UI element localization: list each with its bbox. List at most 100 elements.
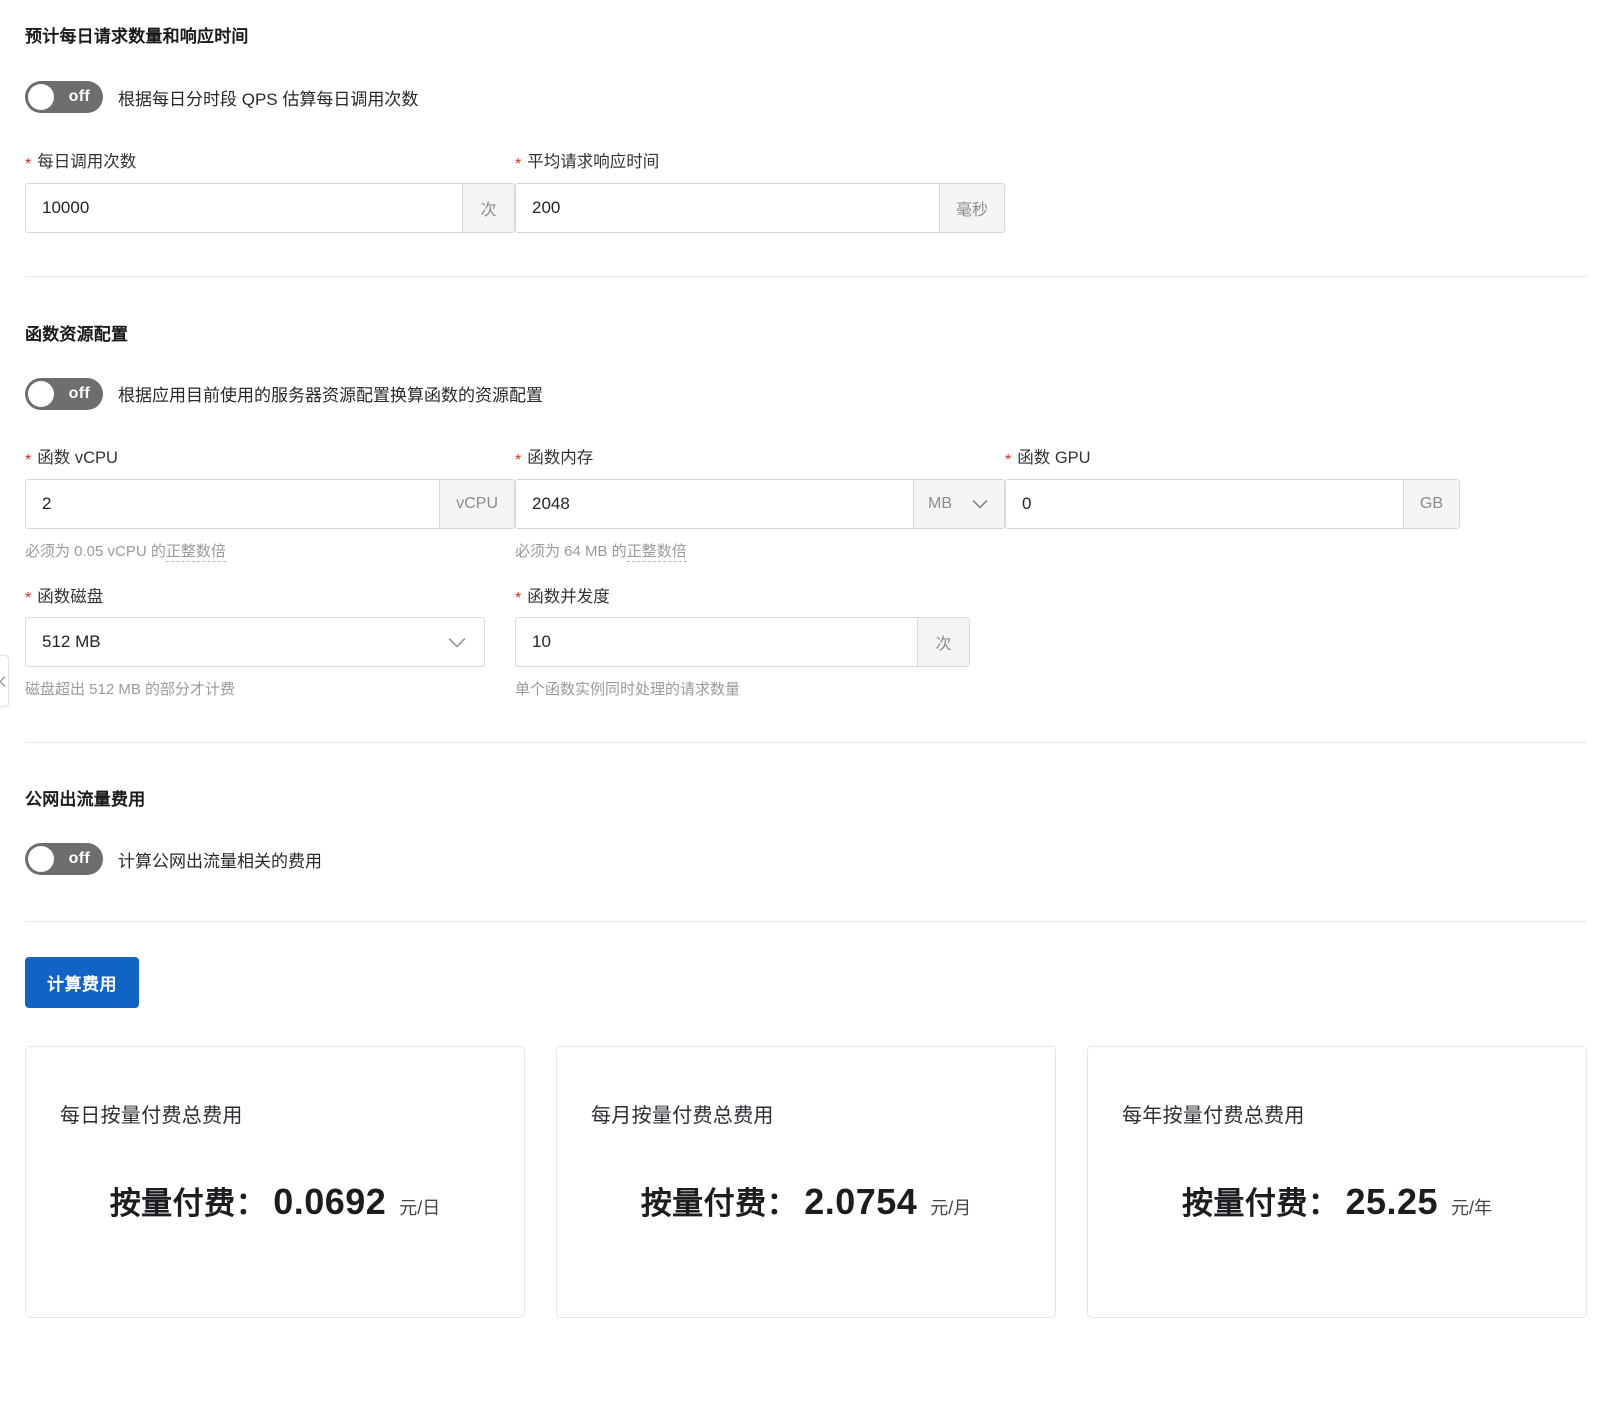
resources-form-row-2: * 函数磁盘 512 MB 磁盘超出 512 MB 的部分才计费 * 函数并发度 — [25, 588, 1587, 700]
traffic-cost-toggle[interactable]: off — [25, 843, 103, 876]
hint-function-memory: 必须为 64 MB 的正整数倍 — [515, 540, 1005, 562]
chevron-down-icon — [448, 637, 466, 648]
traffic-toggle-row: off 计算公网出流量相关的费用 — [25, 843, 1587, 876]
section-function-resources: 函数资源配置 off 根据应用目前使用的服务器资源配置换算函数的资源配置 * 函… — [0, 277, 1612, 700]
field-function-gpu: * 函数 GPU GB — [1005, 449, 1495, 529]
qps-estimate-toggle-row: off 根据每日分时段 QPS 估算每日调用次数 — [25, 81, 1587, 113]
required-asterisk-icon: * — [25, 451, 32, 469]
requests-form-row: * 每日调用次数 次 * 平均请求响应时间 毫秒 — [25, 153, 1587, 233]
result-card-daily-title: 每日按量付费总费用 — [60, 1105, 243, 1128]
label-daily-calls-text: 每日调用次数 — [37, 153, 137, 171]
function-disk-select[interactable]: 512 MB — [25, 617, 485, 668]
label-function-vcpu: * 函数 vCPU — [25, 449, 515, 469]
required-asterisk-icon: * — [515, 155, 522, 173]
label-avg-response-time: * 平均请求响应时间 — [515, 153, 1005, 173]
label-avg-response-time-text: 平均请求响应时间 — [527, 153, 660, 171]
calculate-cost-button[interactable]: 计算费用 — [25, 957, 139, 1009]
page-root: 预计每日请求数量和响应时间 off 根据每日分时段 QPS 估算每日调用次数 *… — [0, 0, 1612, 1319]
label-function-disk: * 函数磁盘 — [25, 588, 515, 608]
toggle-state-label: off — [68, 850, 90, 868]
result-daily-unit: 元/日 — [399, 1198, 441, 1219]
daily-calls-input-wrap: 次 — [25, 182, 515, 233]
result-monthly-unit: 元/月 — [930, 1198, 972, 1219]
required-asterisk-icon: * — [25, 590, 32, 608]
section-title-daily-requests: 预计每日请求数量和响应时间 — [25, 27, 249, 46]
panel-collapse-handle[interactable] — [0, 655, 9, 707]
daily-calls-input[interactable] — [26, 183, 462, 232]
label-function-gpu-text: 函数 GPU — [1017, 448, 1091, 467]
required-asterisk-icon: * — [515, 451, 522, 469]
function-concurrency-unit: 次 — [917, 618, 969, 667]
resources-form-row-1: * 函数 vCPU vCPU 必须为 0.05 vCPU 的正整数倍 * 函数内… — [25, 449, 1587, 562]
required-asterisk-icon: * — [1005, 451, 1012, 469]
section-daily-requests: 预计每日请求数量和响应时间 off 根据每日分时段 QPS 估算每日调用次数 *… — [0, 0, 1612, 233]
hint-function-concurrency: 单个函数实例同时处理的请求数量 — [515, 681, 741, 699]
result-card-monthly: 每月按量付费总费用 按量付费： 2.0754 元/月 — [556, 1046, 1056, 1319]
label-function-gpu: * 函数 GPU — [1005, 449, 1495, 469]
function-concurrency-input-wrap: 次 — [515, 617, 970, 668]
label-function-memory-text: 函数内存 — [527, 448, 594, 467]
result-cards: 每日按量付费总费用 按量付费： 0.0692 元/日 每月按量付费总费用 按量付… — [0, 1046, 1612, 1319]
section-public-traffic: 公网出流量费用 off 计算公网出流量相关的费用 — [0, 743, 1612, 876]
label-daily-calls: * 每日调用次数 — [25, 153, 515, 173]
result-daily-label: 按量付费： — [109, 1186, 268, 1222]
result-card-daily: 每日按量付费总费用 按量付费： 0.0692 元/日 — [25, 1046, 525, 1319]
result-yearly-amount: 25.25 — [1345, 1181, 1439, 1223]
label-function-concurrency-text: 函数并发度 — [527, 587, 610, 606]
function-gpu-input[interactable] — [1006, 479, 1403, 528]
result-daily-amount: 0.0692 — [273, 1181, 387, 1223]
function-disk-value: 512 MB — [42, 632, 101, 652]
qps-estimate-toggle[interactable]: off — [25, 81, 103, 113]
result-monthly-label: 按量付费： — [640, 1186, 799, 1222]
required-asterisk-icon: * — [25, 155, 32, 173]
function-memory-unit-select[interactable]: MB — [913, 479, 1004, 528]
result-card-yearly-value: 按量付费： 25.25 元/年 — [1122, 1178, 1552, 1223]
label-function-vcpu-text: 函数 vCPU — [37, 448, 118, 467]
result-monthly-amount: 2.0754 — [804, 1181, 918, 1223]
chevron-down-icon — [972, 499, 988, 509]
hint-function-vcpu-prefix: 必须为 0.05 vCPU 的 — [25, 542, 166, 560]
function-memory-input-wrap: MB — [515, 478, 1005, 529]
qps-estimate-toggle-label: 根据每日分时段 QPS 估算每日调用次数 — [118, 89, 419, 109]
label-function-disk-text: 函数磁盘 — [37, 587, 104, 606]
label-function-memory: * 函数内存 — [515, 449, 1005, 469]
server-convert-toggle[interactable]: off — [25, 377, 103, 410]
function-memory-input[interactable] — [516, 479, 913, 528]
toggle-state-label: off — [68, 384, 90, 402]
section-title-public-traffic: 公网出流量费用 — [25, 790, 146, 810]
result-yearly-label: 按量付费： — [1181, 1186, 1340, 1222]
toggle-knob — [28, 380, 54, 407]
required-asterisk-icon: * — [515, 590, 522, 608]
result-card-daily-value: 按量付费： 0.0692 元/日 — [60, 1178, 490, 1223]
toggle-state-label: off — [68, 88, 90, 105]
function-vcpu-input-wrap: vCPU — [25, 478, 515, 529]
function-vcpu-input[interactable] — [26, 479, 440, 528]
server-convert-toggle-label: 根据应用目前使用的服务器资源配置换算函数的资源配置 — [118, 386, 543, 406]
section-title-function-resources: 函数资源配置 — [25, 324, 129, 344]
field-function-concurrency: * 函数并发度 次 单个函数实例同时处理的请求数量 — [515, 588, 1005, 700]
avg-response-time-input[interactable] — [516, 183, 939, 232]
daily-calls-unit: 次 — [462, 183, 514, 232]
result-card-yearly: 每年按量付费总费用 按量付费： 25.25 元/年 — [1087, 1046, 1587, 1319]
field-function-memory: * 函数内存 MB 必须为 64 MB 的正整数倍 — [515, 449, 1005, 562]
chevron-left-icon — [0, 675, 6, 687]
avg-response-time-unit: 毫秒 — [938, 183, 1004, 232]
field-function-vcpu: * 函数 vCPU vCPU 必须为 0.05 vCPU 的正整数倍 — [25, 449, 515, 562]
field-avg-response-time: * 平均请求响应时间 毫秒 — [515, 153, 1005, 233]
hint-function-vcpu-link[interactable]: 正整数倍 — [165, 542, 226, 562]
result-card-monthly-title: 每月按量付费总费用 — [591, 1105, 774, 1128]
hint-function-vcpu: 必须为 0.05 vCPU 的正整数倍 — [25, 540, 515, 562]
hint-function-memory-prefix: 必须为 64 MB 的 — [515, 542, 627, 560]
function-concurrency-input[interactable] — [516, 618, 917, 667]
traffic-cost-toggle-label: 计算公网出流量相关的费用 — [118, 851, 322, 871]
result-card-yearly-title: 每年按量付费总费用 — [1122, 1105, 1305, 1128]
function-vcpu-unit: vCPU — [439, 479, 514, 528]
server-convert-toggle-row: off 根据应用目前使用的服务器资源配置换算函数的资源配置 — [25, 377, 1587, 410]
toggle-knob — [28, 84, 54, 110]
hint-function-memory-link[interactable]: 正整数倍 — [626, 542, 687, 562]
label-function-concurrency: * 函数并发度 — [515, 588, 1005, 608]
hint-function-disk: 磁盘超出 512 MB 的部分才计费 — [25, 681, 236, 699]
field-function-disk: * 函数磁盘 512 MB 磁盘超出 512 MB 的部分才计费 — [25, 588, 515, 700]
function-gpu-unit: GB — [1402, 479, 1459, 528]
function-gpu-input-wrap: GB — [1005, 478, 1460, 529]
